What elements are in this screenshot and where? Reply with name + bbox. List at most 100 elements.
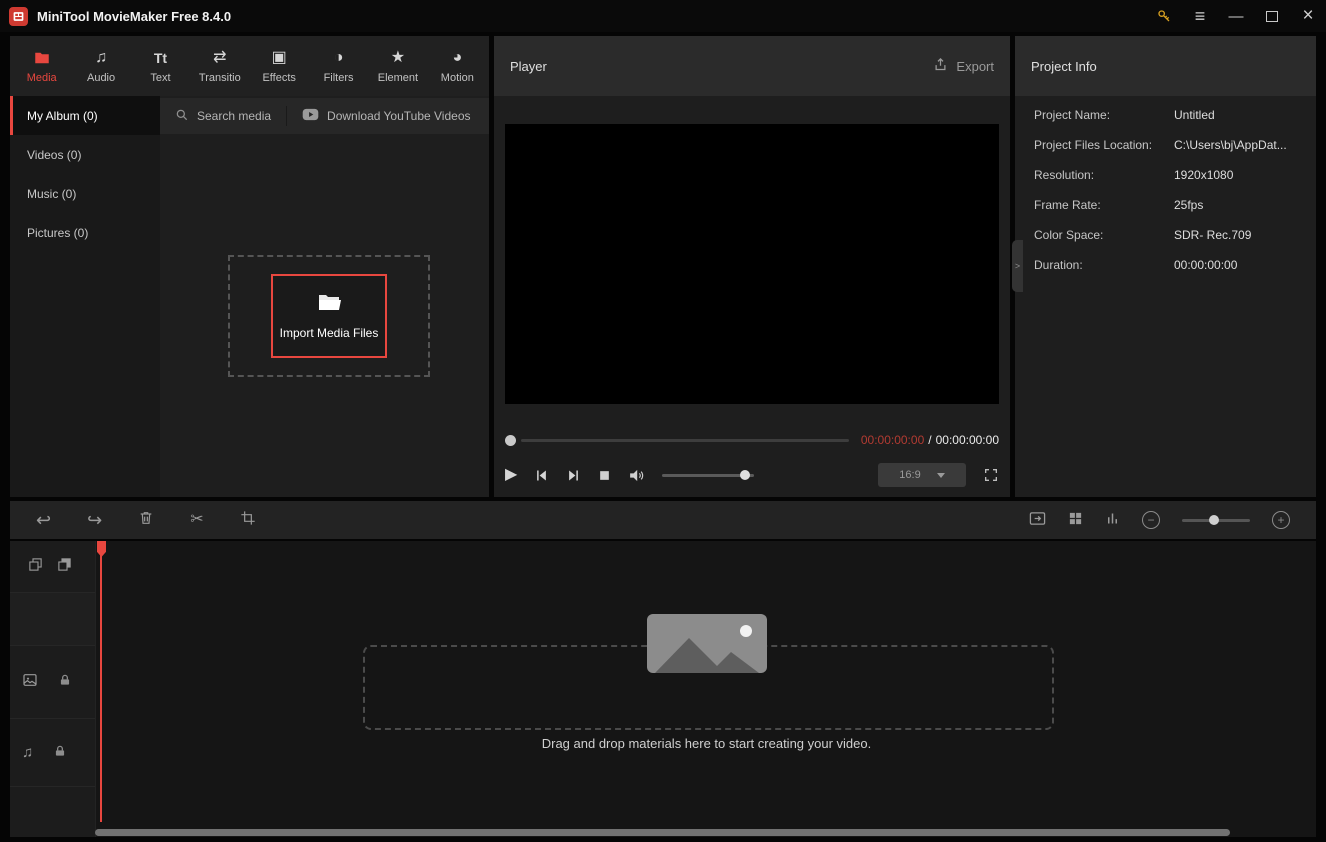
project-info-row: Project Files Location: C:\Users\bj\AppD… [1034,130,1316,160]
media-sidebar: My Album (0) Videos (0) Music (0) Pictur… [10,96,160,497]
search-media-button[interactable]: Search media [160,98,286,134]
sidebar-item-pictures[interactable]: Pictures (0) [10,213,160,252]
tab-label: Element [378,72,418,84]
tab-label: Motion [441,72,474,84]
import-media-button[interactable]: Import Media Files [271,274,387,358]
media-library-panel: Media ♫ Audio Tt Text ⇄ Transitio ▣ Effe… [10,36,489,497]
music-note-icon: ♫ [95,49,107,67]
project-info-title: Project Info [1031,59,1097,74]
effects-icon: ▣ [272,49,287,67]
motion-icon: ◕ [452,49,462,67]
tab-label: Media [27,72,57,84]
sidebar-item-label: My Album (0) [27,109,98,123]
sidebar-item-label: Pictures (0) [27,226,88,240]
manage-tracks-icon[interactable] [57,557,72,576]
image-placeholder-icon [647,614,767,673]
close-button[interactable]: × [1290,0,1326,32]
export-button[interactable]: Export [933,57,994,75]
playhead-line [100,541,102,822]
download-youtube-button[interactable]: Download YouTube Videos [287,98,485,134]
text-icon: Tt [154,49,167,67]
current-time: 00:00:00:00 [861,433,924,447]
row-label: Resolution: [1034,168,1174,182]
fullscreen-button[interactable] [983,467,999,483]
lock-icon[interactable] [58,673,72,691]
redo-icon[interactable]: ↪ [87,511,102,529]
tab-filters[interactable]: ◑ Filters [309,36,368,96]
tab-label: Filters [324,72,354,84]
video-track-icon[interactable] [22,672,38,692]
row-label: Project Files Location: [1034,138,1174,152]
project-info-row: Project Name: Untitled [1034,100,1316,130]
play-button[interactable]: ▶ [505,467,517,483]
tab-media[interactable]: Media [12,36,71,96]
import-drop-zone[interactable]: Import Media Files [228,255,430,377]
audio-track-icon[interactable]: ♫ [22,745,33,760]
lock-icon[interactable] [53,744,67,761]
track-manager-icon[interactable] [1068,511,1083,530]
volume-handle[interactable] [740,470,750,480]
audio-track-header: ♫ [10,719,95,787]
edit-tools: ↩ ↪ ✂ [36,510,256,530]
tab-effects[interactable]: ▣ Effects [250,36,309,96]
zoom-in-button[interactable]: + [1272,511,1290,529]
search-icon [175,108,189,125]
minimize-button[interactable]: — [1218,0,1254,32]
youtube-icon [302,108,319,124]
delete-icon[interactable] [138,510,154,530]
fit-timeline-icon[interactable] [1029,511,1046,530]
player-title: Player [510,59,547,74]
stop-button[interactable] [598,469,611,482]
player-panel: Player Export 00:00:00:00 / 00:00:00:00 … [494,36,1010,497]
add-track-icon[interactable] [28,557,43,576]
seek-handle[interactable] [505,435,516,446]
search-media-label: Search media [197,109,271,123]
tab-label: Effects [262,72,295,84]
timeline-zoom-slider[interactable] [1182,519,1250,522]
folder-icon [33,49,51,67]
time-separator: / [928,433,931,447]
title-bar: MiniTool MovieMaker Free 8.4.0 ≡ — × [0,0,1326,32]
menu-icon[interactable]: ≡ [1182,0,1218,32]
track-tools-cell [10,541,95,593]
timecode-display: 00:00:00:00 / 00:00:00:00 [861,433,999,447]
sidebar-item-music[interactable]: Music (0) [10,174,160,213]
tab-elements[interactable]: ★ Element [368,36,427,96]
project-info-header: Project Info [1015,36,1316,96]
seek-track[interactable] [521,439,849,442]
project-info-row: Resolution: 1920x1080 [1034,160,1316,190]
tab-motion[interactable]: ◕ Motion [428,36,487,96]
tab-transition[interactable]: ⇄ Transitio [190,36,249,96]
collapse-panel-handle[interactable]: > [1012,240,1023,292]
project-info-row: Color Space: SDR- Rec.709 [1034,220,1316,250]
next-frame-button[interactable] [566,468,581,483]
crop-icon[interactable] [240,510,256,530]
split-scissors-icon[interactable]: ✂ [190,512,203,528]
aspect-ratio-dropdown[interactable]: 16:9 [878,463,966,487]
horizontal-scrollbar[interactable] [95,829,1230,836]
row-value: C:\Users\bj\AppDat... [1174,138,1304,152]
maximize-icon [1266,11,1278,22]
row-value: 1920x1080 [1174,168,1304,182]
sidebar-item-my-album[interactable]: My Album (0) [10,96,160,135]
license-key-icon[interactable] [1146,0,1182,32]
track-header-column: ♫ [10,541,96,837]
edit-toolbar: ↩ ↪ ✂ − + [10,501,1316,539]
tab-audio[interactable]: ♫ Audio [71,36,130,96]
timeline: ♫ Drag and drop materials here to start … [10,541,1316,837]
row-label: Frame Rate: [1034,198,1174,212]
timeline-zoom-handle[interactable] [1209,515,1219,525]
sidebar-item-label: Music (0) [27,187,76,201]
row-value: 25fps [1174,198,1304,212]
zoom-out-button[interactable]: − [1142,511,1160,529]
tab-label: Transitio [199,72,241,84]
maximize-button[interactable] [1254,0,1290,32]
sidebar-item-videos[interactable]: Videos (0) [10,135,160,174]
tab-text[interactable]: Tt Text [131,36,190,96]
previous-frame-button[interactable] [534,468,549,483]
aspect-ratio-value: 16:9 [899,469,920,481]
audio-meter-icon[interactable] [1105,511,1120,530]
volume-icon[interactable] [628,467,645,484]
volume-slider[interactable] [662,474,754,477]
undo-icon[interactable]: ↩ [36,511,51,529]
